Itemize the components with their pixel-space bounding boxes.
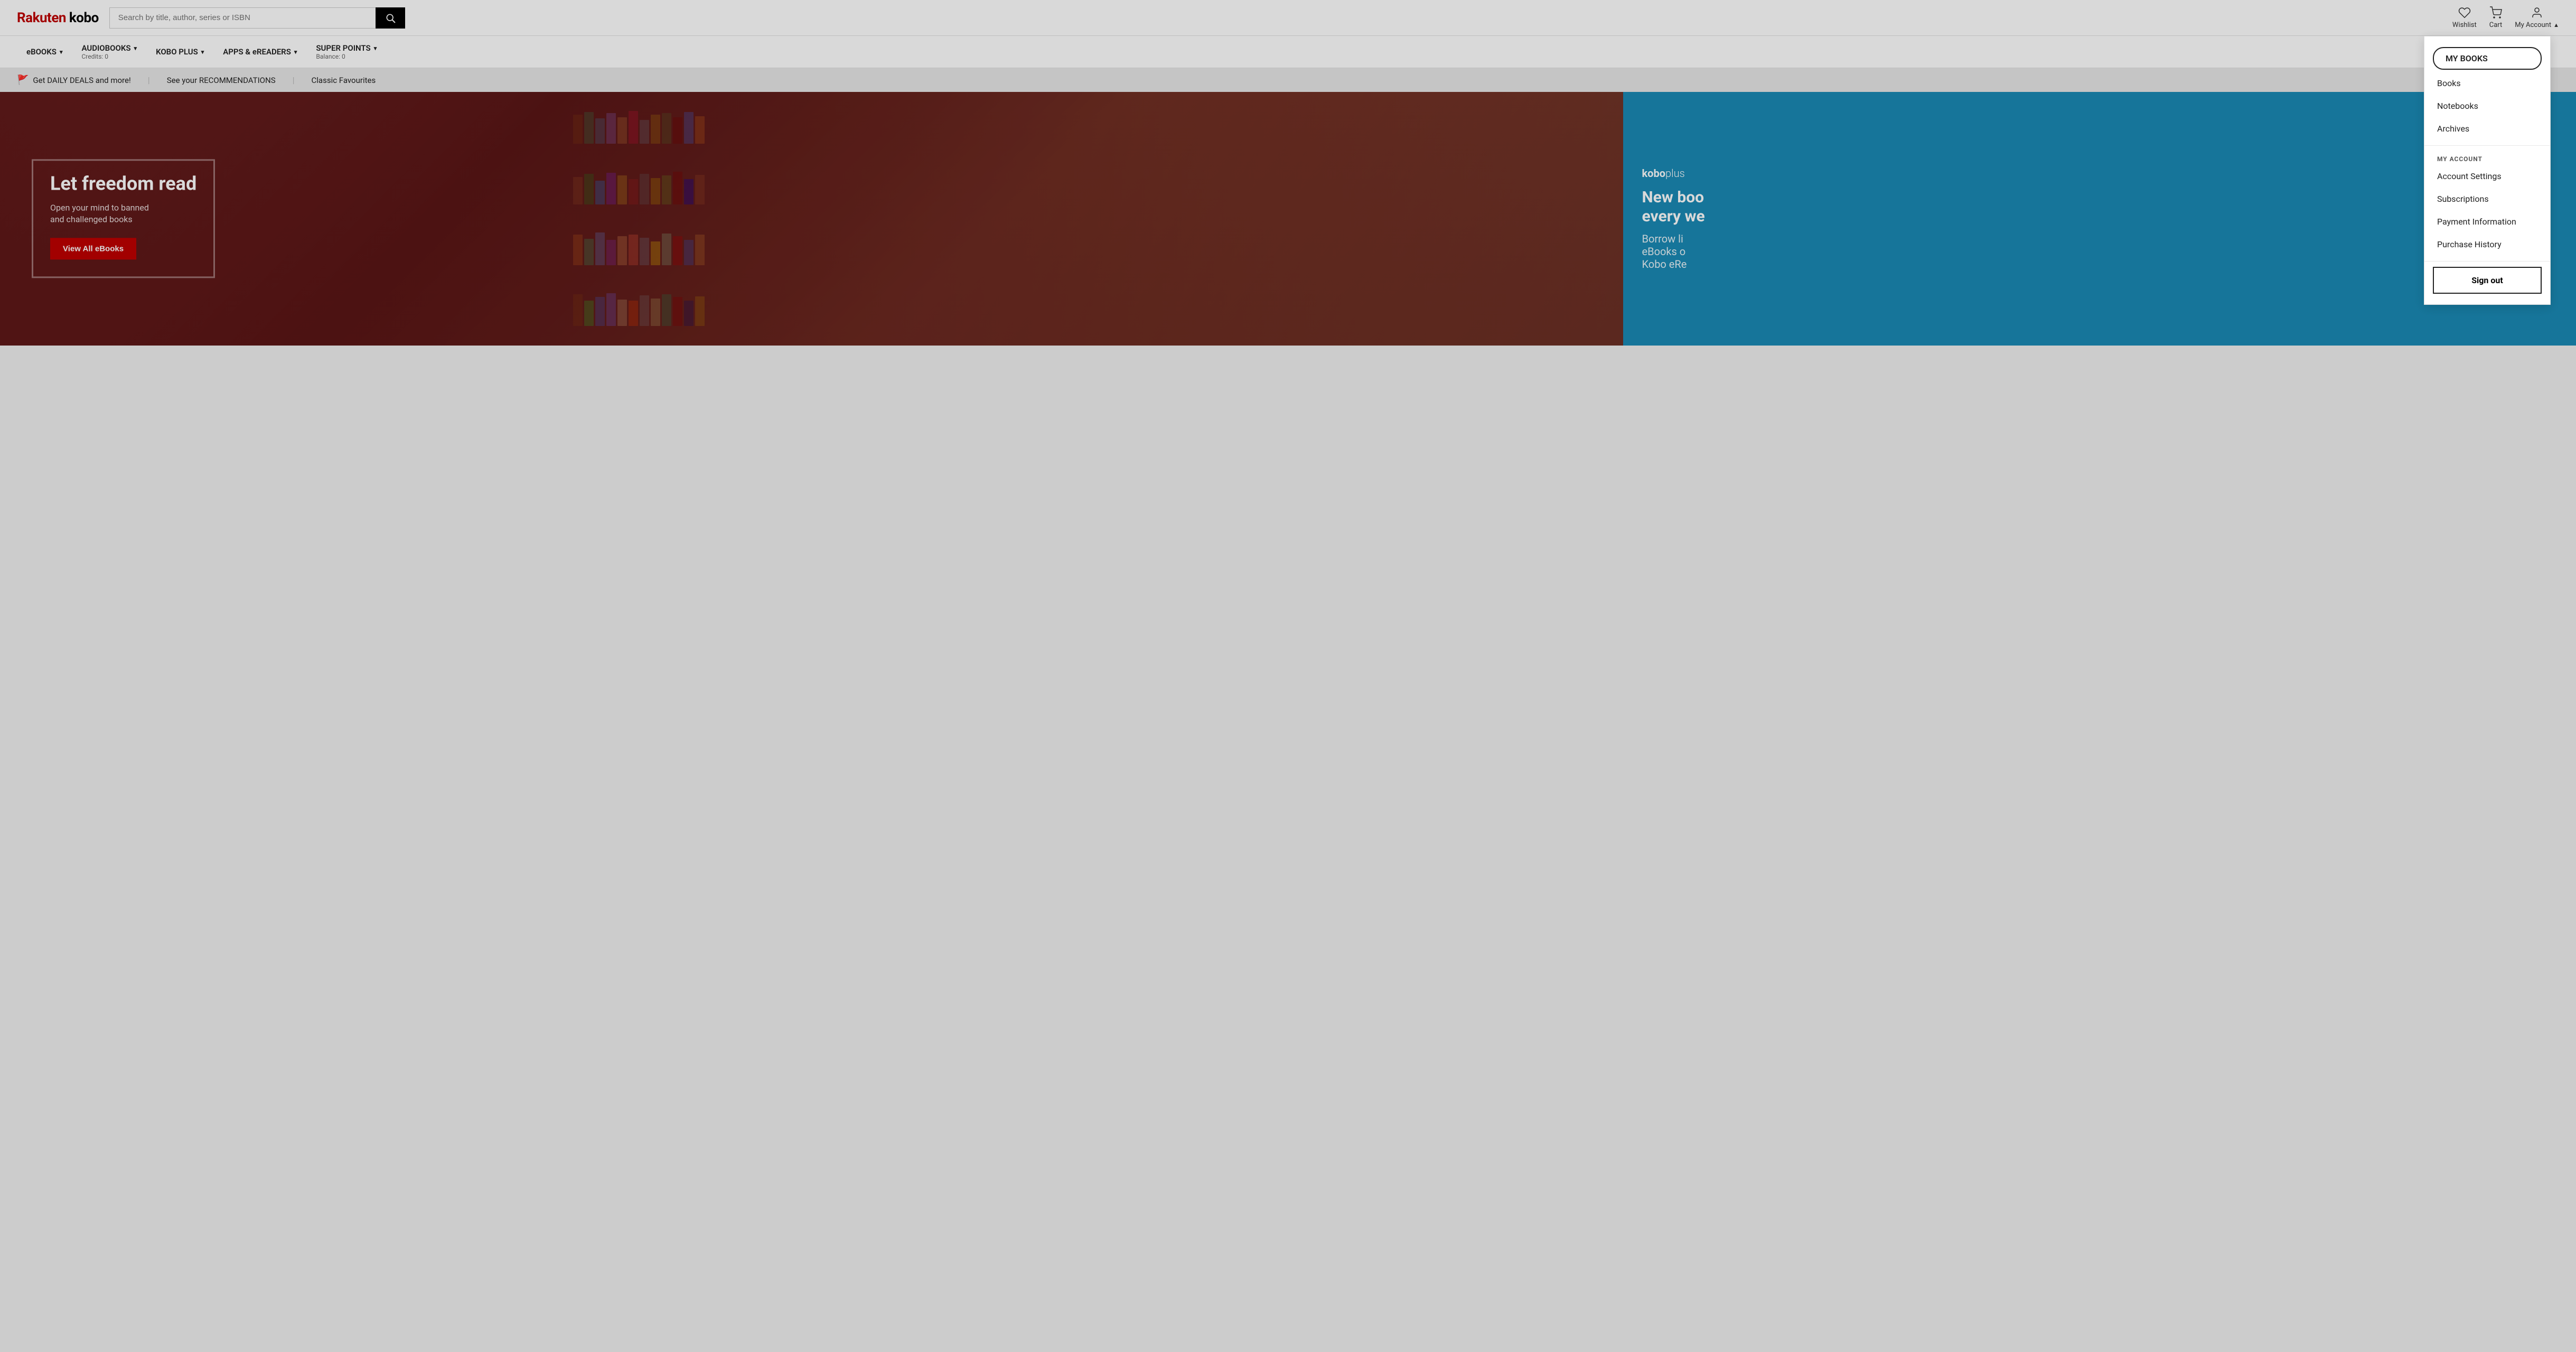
hero-frame: Let freedom read Open your mind to banne…: [32, 159, 215, 278]
dropdown-archives[interactable]: Archives: [2424, 117, 2550, 140]
dropdown-sign-out[interactable]: Sign out: [2433, 267, 2542, 294]
hero-cta-button[interactable]: View All eBooks: [50, 238, 136, 260]
wishlist-button[interactable]: Wishlist: [2452, 6, 2477, 29]
dropdown-divider: [2424, 145, 2550, 146]
cart-button[interactable]: Cart: [2489, 6, 2503, 29]
logo[interactable]: Rakuten kobo: [17, 10, 99, 26]
nav-item-audiobooks[interactable]: AUDIOBOOKS ▾ Credits: 0: [72, 36, 146, 68]
promo-divider: |: [148, 75, 150, 85]
dropdown-payment-information[interactable]: Payment Information: [2424, 210, 2550, 233]
nav-superpoints-balance: Balance: 0: [316, 53, 377, 60]
nav-apps-label: APPS & eREADERS ▾: [223, 47, 297, 57]
kobo-plus-logo: koboplus: [1642, 167, 2557, 180]
person-icon: [2531, 6, 2543, 19]
chevron-down-icon: ▾: [374, 45, 377, 52]
cart-icon: [2489, 6, 2502, 19]
nav-superpoints-label: SUPER POINTS ▾: [316, 43, 377, 53]
dropdown-purchase-history[interactable]: Purchase History: [2424, 233, 2550, 256]
nav-item-ebooks[interactable]: eBOOKS ▾: [17, 40, 72, 64]
nav-item-superpoints[interactable]: SUPER POINTS ▾ Balance: 0: [306, 36, 386, 68]
main-content: Let freedom read Open your mind to banne…: [0, 92, 2576, 346]
header-actions: Wishlist Cart My Account ▲: [2452, 6, 2559, 29]
dropdown-my-books-active[interactable]: MY BOOKS: [2433, 47, 2542, 70]
plus-text: plus: [1665, 167, 1685, 180]
my-account-label: My Account ▲: [2515, 21, 2559, 29]
wishlist-label: Wishlist: [2452, 21, 2477, 29]
dropdown-divider-2: [2424, 261, 2550, 262]
chevron-down-icon: ▾: [201, 49, 204, 55]
nav-audiobooks-credits: Credits: 0: [81, 53, 137, 60]
search-button[interactable]: [376, 7, 405, 29]
logo-text: Rakuten kobo: [17, 10, 99, 26]
kobo-logo-text: kobo: [1642, 167, 1666, 180]
search-container: [109, 7, 405, 29]
dropdown-subscriptions[interactable]: Subscriptions: [2424, 188, 2550, 210]
promo-daily-deals[interactable]: 🚩 Get DAILY DEALS and more!: [17, 74, 131, 86]
hero-banner: Let freedom read Open your mind to banne…: [0, 92, 1623, 346]
account-dropdown-menu: MY BOOKS Books Notebooks Archives MY ACC…: [2424, 36, 2551, 305]
hero-subtitle: Open your mind to bannedand challenged b…: [50, 202, 196, 226]
chevron-down-icon: ▾: [134, 45, 137, 52]
nav-item-koboplus[interactable]: KOBO PLUS ▾: [146, 40, 213, 64]
my-account-trigger[interactable]: My Account ▲: [2515, 6, 2559, 29]
nav-bar: eBOOKS ▾ AUDIOBOOKS ▾ Credits: 0 KOBO PL…: [0, 36, 2576, 68]
dropdown-account-settings[interactable]: Account Settings: [2424, 165, 2550, 188]
right-panel-title: New booevery we: [1642, 188, 2557, 226]
dropdown-books[interactable]: Books: [2424, 72, 2550, 95]
chevron-down-icon: ▾: [294, 49, 297, 55]
logo-kobo: kobo: [69, 10, 99, 26]
promo-recommendations[interactable]: See your RECOMMENDATIONS: [167, 76, 276, 85]
hero-title: Let freedom read: [50, 173, 196, 194]
hero-overlay: [0, 92, 1623, 346]
dropdown-my-account-section: MY ACCOUNT: [2424, 151, 2550, 165]
nav-audiobooks-label: AUDIOBOOKS ▾: [81, 43, 137, 53]
cart-label: Cart: [2489, 21, 2503, 29]
chevron-down-icon: ▾: [60, 49, 63, 55]
flag-icon: 🚩: [17, 74, 29, 86]
hero-content: Let freedom read Open your mind to banne…: [32, 159, 215, 278]
promo-classic-favourites[interactable]: Classic Favourites: [312, 76, 376, 85]
nav-item-apps[interactable]: APPS & eREADERS ▾: [213, 40, 306, 64]
search-input[interactable]: [109, 7, 376, 29]
nav-koboplus-label: KOBO PLUS ▾: [156, 47, 204, 57]
nav-ebooks-label: eBOOKS ▾: [26, 47, 62, 57]
right-panel-subtitle: Borrow lieBooks oKobo eRe: [1642, 232, 2557, 271]
dropdown-notebooks[interactable]: Notebooks: [2424, 95, 2550, 117]
promo-divider-2: |: [293, 75, 295, 85]
heart-icon: [2458, 6, 2471, 19]
chevron-up-icon: ▲: [2553, 22, 2559, 29]
search-icon: [385, 13, 396, 23]
promo-bar: 🚩 Get DAILY DEALS and more! | See your R…: [0, 68, 2576, 92]
header: Rakuten kobo Wishlist Cart: [0, 0, 2576, 36]
